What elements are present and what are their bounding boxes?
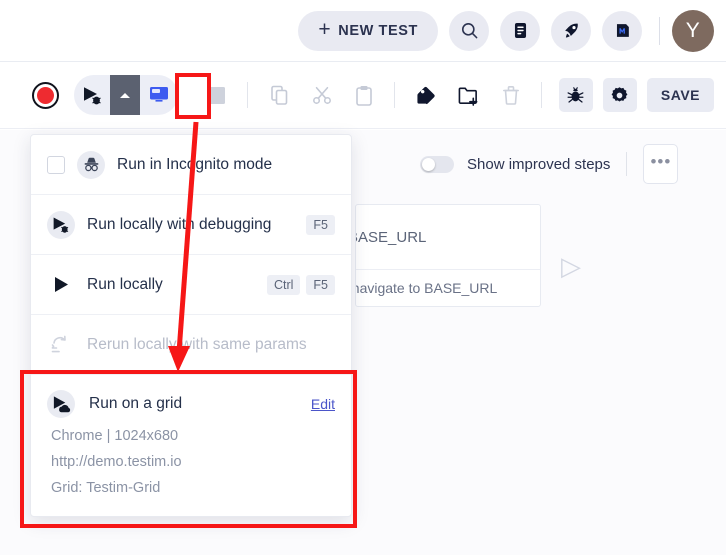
- shortcut-key: F5: [306, 214, 335, 235]
- play-icon: [55, 277, 68, 292]
- run-on-grid-header: Run on a grid Edit: [47, 390, 335, 418]
- step-card-action-text: . navigate to BASE_URL: [356, 280, 498, 296]
- menu-item-run-incognito[interactable]: Run in Incognito mode: [31, 135, 351, 195]
- more-options-button[interactable]: •••: [643, 144, 679, 184]
- copy-button[interactable]: [263, 78, 297, 112]
- mabl-button[interactable]: [602, 10, 642, 51]
- play-bug-icon: [83, 87, 101, 105]
- incognito-icon: [84, 157, 98, 172]
- menu-item-rerun-locally-same-params[interactable]: Rerun locally with same params: [31, 315, 351, 375]
- menu-item-run-on-grid[interactable]: Run on a grid Edit Chrome | 1024x680 htt…: [31, 375, 351, 516]
- avatar-initial: Y: [685, 18, 701, 42]
- gear-icon: [611, 86, 628, 101]
- show-improved-steps-toggle[interactable]: [420, 155, 454, 173]
- menu-item-run-locally[interactable]: Run locally Ctrl F5: [31, 255, 351, 315]
- rocket-icon: [565, 23, 578, 37]
- paste-button[interactable]: [347, 78, 381, 112]
- document-icon: [514, 22, 526, 39]
- menu-item-label: Rerun locally with same params: [87, 335, 307, 353]
- record-button[interactable]: [31, 81, 59, 109]
- search-icon: [461, 22, 477, 39]
- clipboard-icon: [356, 85, 372, 106]
- delete-button[interactable]: [494, 78, 528, 112]
- chevron-up-icon: [119, 92, 130, 98]
- save-button[interactable]: SAVE: [646, 78, 714, 112]
- rerun-icon: [51, 335, 66, 352]
- label-button[interactable]: [410, 78, 444, 112]
- docs-button[interactable]: [500, 10, 540, 51]
- run-options-dropdown: Run in Incognito mode Run locally with d…: [30, 134, 352, 517]
- cut-button[interactable]: [305, 78, 339, 112]
- run-options-caret-button[interactable]: [109, 75, 140, 115]
- run-button-group: [73, 75, 178, 115]
- shortcut-key-modifier: Ctrl: [266, 274, 301, 295]
- new-test-label: NEW TEST: [338, 22, 418, 39]
- rerun-icon-wrap: [47, 331, 75, 359]
- test-step-card[interactable]: BASE_URL . navigate to BASE_URL: [355, 204, 541, 307]
- grid-name-info: Grid: Testim-Grid: [51, 480, 161, 496]
- stop-icon: [208, 86, 226, 104]
- app-header: + NEW TEST Y: [0, 0, 726, 62]
- toggle-knob: [422, 157, 435, 171]
- step-card-action-row: . navigate to BASE_URL: [356, 270, 540, 306]
- header-divider: [659, 16, 660, 45]
- play-cloud-icon-wrap: [47, 390, 75, 418]
- toolbar-divider-2: [393, 82, 395, 108]
- toolbar-divider-1: [246, 82, 248, 108]
- debug-button[interactable]: [558, 78, 593, 112]
- mabl-icon: [616, 24, 629, 37]
- incognito-icon-wrap: [77, 150, 105, 179]
- play-cloud-icon: [53, 396, 70, 413]
- new-folder-button[interactable]: [452, 78, 486, 112]
- run-incognito-checkbox[interactable]: [47, 155, 65, 174]
- shortcut-key: F5: [306, 274, 335, 295]
- play-bug-icon: [53, 217, 69, 233]
- menu-item-run-locally-debugging[interactable]: Run locally with debugging F5: [31, 195, 351, 255]
- bug-icon: [567, 86, 584, 103]
- play-bug-icon-wrap: [47, 210, 75, 239]
- stop-button[interactable]: [200, 78, 234, 112]
- menu-item-label: Run locally: [87, 275, 163, 293]
- trash-icon: [502, 86, 519, 105]
- search-button[interactable]: [449, 10, 489, 51]
- user-avatar[interactable]: Y: [672, 9, 714, 52]
- settings-button[interactable]: [602, 78, 637, 112]
- tag-icon: [417, 86, 435, 104]
- grid-browser-info: Chrome | 1024x680: [51, 428, 179, 444]
- plus-icon: +: [318, 18, 332, 41]
- step-card-url-row: BASE_URL: [356, 205, 540, 270]
- toolbar-divider-3: [540, 82, 542, 108]
- edit-grid-link[interactable]: Edit: [311, 396, 335, 412]
- copy-icon: [271, 85, 288, 105]
- step-play-ghost-icon[interactable]: ▷: [561, 253, 581, 279]
- run-button[interactable]: [74, 75, 110, 115]
- menu-item-label: Run in Incognito mode: [117, 155, 273, 173]
- record-icon: [36, 86, 54, 104]
- run-on-grid-button[interactable]: [140, 75, 178, 115]
- save-label: SAVE: [660, 87, 700, 103]
- run-on-grid-title: Run on a grid: [89, 395, 183, 412]
- new-test-button[interactable]: + NEW TEST: [298, 10, 438, 51]
- rocket-button[interactable]: [551, 10, 591, 51]
- play-icon-wrap: [47, 271, 75, 299]
- editor-toolbar: SAVE: [0, 62, 726, 129]
- step-card-url-text: BASE_URL: [356, 228, 427, 246]
- folder-plus-icon: [459, 87, 478, 106]
- steps-toolbar: Show improved steps •••: [420, 144, 679, 184]
- scissors-icon: [312, 86, 331, 104]
- show-improved-steps-label: Show improved steps: [467, 155, 611, 173]
- grid-url-info: http://demo.testim.io: [51, 454, 182, 470]
- steps-toolbar-divider: [626, 152, 628, 176]
- menu-item-label: Run locally with debugging: [87, 215, 272, 233]
- monitor-icon: [149, 87, 168, 102]
